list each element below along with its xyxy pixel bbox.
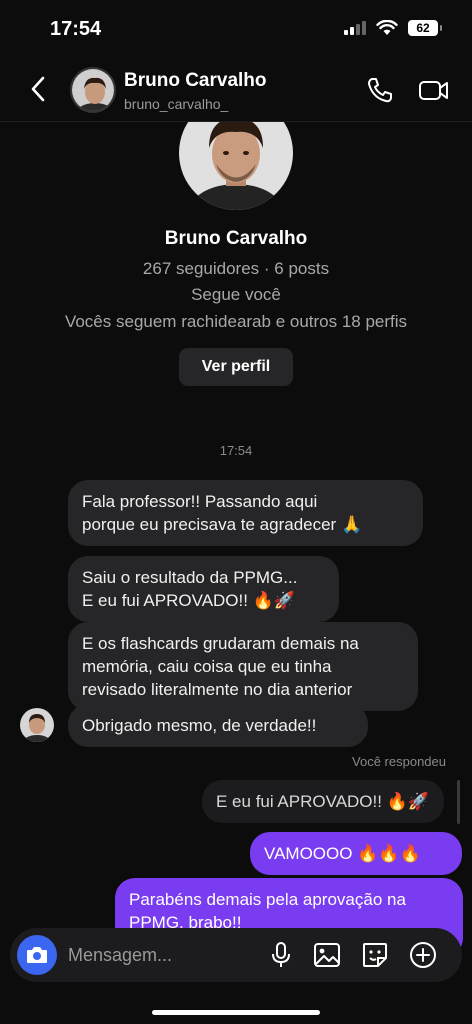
- incoming-message[interactable]: Fala professor!! Passando aqui porque eu…: [68, 480, 423, 546]
- battery-level: 62: [416, 21, 430, 35]
- add-icon[interactable]: [408, 940, 438, 970]
- incoming-message[interactable]: E os flashcards grudaram demais na memór…: [68, 622, 418, 711]
- wifi-icon: [376, 20, 398, 35]
- microphone-icon[interactable]: [266, 940, 296, 970]
- camera-icon: [27, 947, 47, 963]
- battery-icon: 62: [408, 20, 442, 36]
- video-call-icon[interactable]: [418, 76, 450, 104]
- signal-icon: [344, 21, 366, 35]
- profile-stats: 267 seguidores · 6 posts: [142, 259, 330, 278]
- incoming-message[interactable]: Saiu o resultado da PPMG... E eu fui APR…: [68, 556, 339, 622]
- header-username[interactable]: bruno_carvalho_: [124, 96, 228, 112]
- profile-name: Bruno Carvalho: [164, 228, 308, 249]
- sticker-icon[interactable]: [360, 940, 390, 970]
- outgoing-message[interactable]: VAMOOOO 🔥🔥🔥: [250, 832, 462, 875]
- phone-icon[interactable]: [366, 76, 394, 104]
- message-input[interactable]: [68, 936, 258, 974]
- back-arrow-icon[interactable]: [24, 74, 54, 104]
- status-icons: 62: [344, 20, 442, 36]
- replied-quote[interactable]: E eu fui APROVADO!! 🔥🚀: [202, 780, 444, 823]
- sender-avatar[interactable]: [20, 708, 54, 742]
- camera-button[interactable]: [17, 935, 57, 975]
- profile-follows-you: Segue você: [191, 285, 281, 304]
- header-avatar[interactable]: [70, 67, 116, 113]
- status-time: 17:54: [50, 18, 102, 40]
- chat-header: Bruno Carvalho bruno_carvalho_: [0, 60, 472, 122]
- status-bar: 17:54 62: [0, 0, 472, 60]
- message-composer: [10, 928, 462, 982]
- view-profile-button[interactable]: Ver perfil: [179, 348, 293, 386]
- header-name[interactable]: Bruno Carvalho: [124, 70, 267, 92]
- incoming-message[interactable]: Obrigado mesmo, de verdade!!: [68, 704, 368, 747]
- gallery-icon[interactable]: [312, 940, 342, 970]
- reply-indicator-bar: [457, 780, 460, 824]
- replied-label: Você respondeu: [352, 754, 446, 769]
- home-indicator: [152, 1010, 320, 1015]
- profile-mutuals: Vocês seguem rachidearab e outros 18 per…: [64, 312, 408, 331]
- chat-timestamp: 17:54: [219, 443, 253, 458]
